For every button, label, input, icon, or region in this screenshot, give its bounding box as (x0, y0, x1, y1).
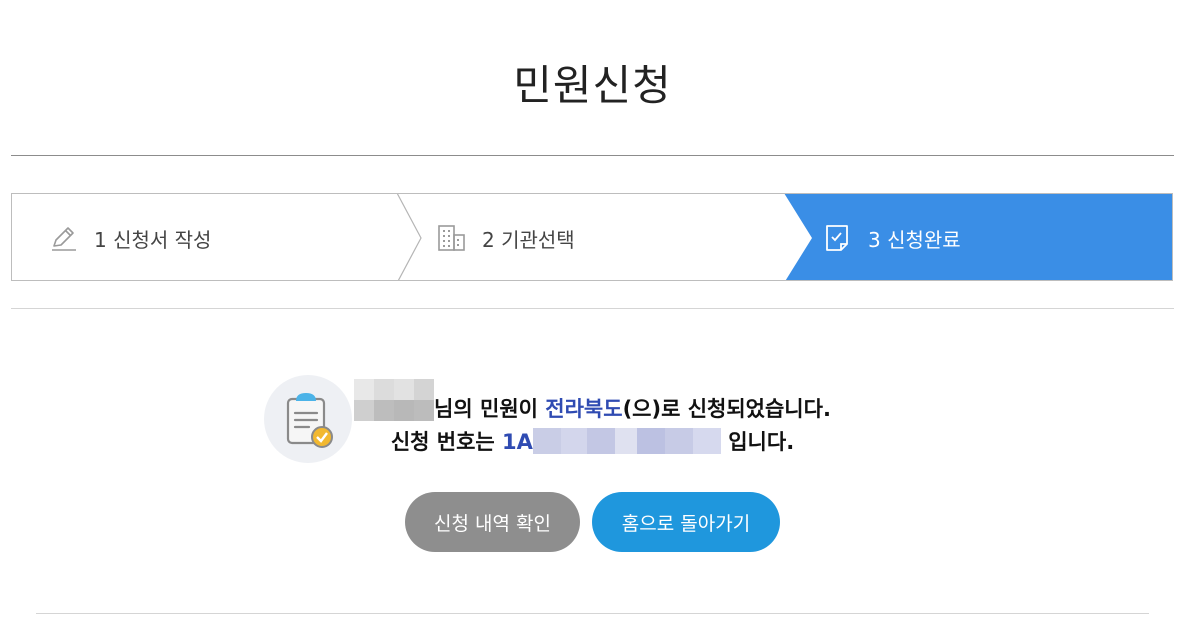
step-complete: 3 신청완료 (822, 194, 961, 280)
application-number: 1A (502, 430, 533, 454)
page-title: 민원신청 (513, 61, 672, 110)
content-divider-bottom (36, 613, 1149, 614)
document-check-icon (822, 223, 852, 253)
redacted-application-number (532, 428, 721, 454)
result-message-line-1: 님의 민원이 전라북도(으)로 신청되었습니다. (0, 379, 1178, 431)
go-home-button[interactable]: 홈으로 돌아가기 (592, 492, 780, 552)
step-separator-chevron (397, 194, 422, 280)
step-label: 3 신청완료 (868, 227, 961, 252)
content-divider-top (11, 308, 1174, 309)
result-text: (으)로 신청되었습니다. (622, 397, 831, 421)
view-history-button[interactable]: 신청 내역 확인 (405, 492, 580, 552)
step-write-application: 1 신청서 작성 (48, 194, 212, 280)
building-icon (436, 223, 466, 253)
result-message-line-2: 신청 번호는 1A 입니다. (0, 426, 1178, 456)
pencil-icon (48, 223, 78, 253)
redacted-applicant-name (354, 379, 435, 421)
result-text: 입니다. (720, 430, 795, 454)
title-divider (11, 155, 1174, 156)
step-label: 1 신청서 작성 (94, 227, 212, 252)
step-select-agency: 2 기관선택 (436, 194, 575, 280)
result-text: 님의 민원이 (434, 397, 546, 421)
step-label: 2 기관선택 (482, 227, 575, 252)
agency-name: 전라북도 (545, 397, 623, 421)
progress-steps: 1 신청서 작성 2 기관선택 3 신청완료 (11, 193, 1173, 281)
result-text: 신청 번호는 (390, 430, 503, 454)
